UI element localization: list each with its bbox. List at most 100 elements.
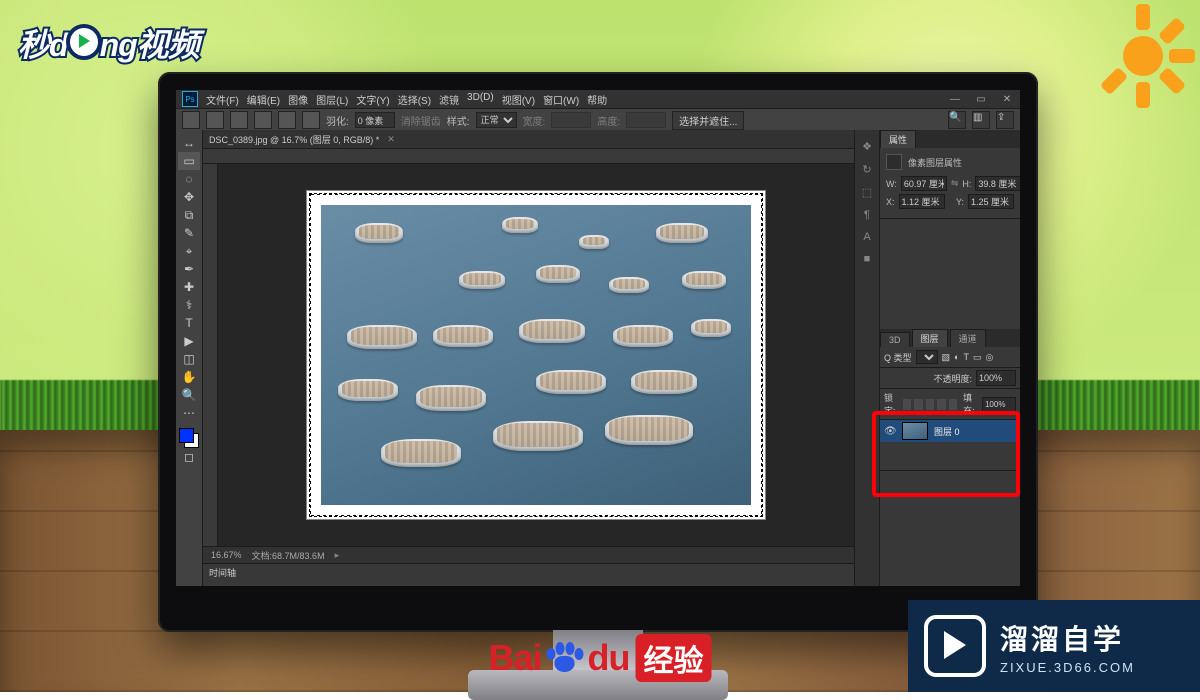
selection-int-icon[interactable] — [302, 111, 320, 129]
layer-row[interactable]: 👁 图层 0 — [880, 420, 1020, 442]
pixel-layer-icon — [886, 154, 902, 170]
baidu-label: 经验 — [636, 634, 712, 682]
more-tools[interactable]: ⋯ — [178, 404, 200, 422]
lasso-tool[interactable]: ◌ — [178, 170, 200, 188]
panels-dock: 属性 像素图层属性 W: ⇋ H: — [879, 130, 1020, 586]
crop-tool[interactable]: ⧉ — [178, 206, 200, 224]
stamp-tool[interactable]: ✚ — [178, 278, 200, 296]
zoom-tool[interactable]: 🔍 — [178, 386, 200, 404]
properties-header: 像素图层属性 — [908, 156, 962, 169]
quickmask-tool[interactable]: ◻ — [178, 448, 200, 466]
menu-bar[interactable]: 文件(F) 编辑(E) 图像 图层(L) 文字(Y) 选择(S) 滤镜 3D(D… — [204, 92, 607, 107]
baidu-text-1: Bai — [488, 637, 541, 679]
lock-pixel-icon[interactable] — [914, 399, 922, 410]
menu-view[interactable]: 视图(V) — [502, 92, 535, 107]
width-field[interactable] — [901, 176, 947, 191]
monitor: Ps 文件(F) 编辑(E) 图像 图层(L) 文字(Y) 选择(S) 滤镜 3… — [158, 72, 1038, 632]
layer-thumbnail[interactable] — [902, 422, 928, 440]
color-swatches[interactable] — [179, 428, 199, 448]
fill-input[interactable] — [982, 397, 1016, 412]
search-icon[interactable]: 🔍 — [948, 111, 966, 129]
filter-pixel-icon[interactable]: ▧ — [942, 352, 951, 363]
close-doc-icon[interactable]: ✕ — [387, 134, 395, 145]
maximize-button[interactable]: ▭ — [968, 94, 994, 105]
canvas[interactable] — [218, 164, 854, 546]
selection-add-icon[interactable] — [254, 111, 272, 129]
panel-icon-6[interactable]: ■ — [864, 253, 871, 265]
path-tool[interactable]: ▶ — [178, 332, 200, 350]
filter-type-icon[interactable]: T — [963, 352, 969, 362]
zixue-title: 溜溜自学 — [1000, 618, 1135, 658]
minimize-button[interactable]: — — [942, 94, 968, 105]
wand-tool[interactable]: ✥ — [178, 188, 200, 206]
brush-tool[interactable]: ✒ — [178, 260, 200, 278]
panel-icon-2[interactable]: ↻ — [862, 163, 871, 176]
selection-new-icon[interactable] — [230, 111, 248, 129]
menu-help[interactable]: 帮助 — [587, 92, 607, 107]
share-icon[interactable]: ⇪ — [996, 111, 1014, 129]
kind-select[interactable] — [916, 350, 938, 364]
move-tool[interactable]: ↔ — [178, 134, 200, 152]
layer-name[interactable]: 图层 0 — [934, 425, 960, 438]
ruler-vertical[interactable] — [203, 164, 218, 546]
menu-image[interactable]: 图像 — [288, 92, 308, 107]
panel-icon-4[interactable]: ¶ — [864, 209, 870, 221]
workspace-icon[interactable]: ▥ — [972, 111, 990, 129]
properties-tab[interactable]: 属性 — [880, 130, 916, 148]
document-tab[interactable]: DSC_0389.jpg @ 16.7% (图层 0, RGB/8) *✕ — [203, 130, 854, 149]
document-image — [321, 205, 751, 505]
style-select[interactable]: 正常 — [476, 112, 517, 128]
marquee-tool[interactable]: ▭ — [178, 152, 200, 170]
foreground-color[interactable] — [179, 428, 194, 443]
hand-tool[interactable]: ✋ — [178, 368, 200, 386]
doc-info[interactable]: 文档:68.7M/83.6M — [252, 549, 325, 562]
selection-sub-icon[interactable] — [278, 111, 296, 129]
filter-shape-icon[interactable]: ▭ — [973, 352, 982, 363]
panel-icon-1[interactable]: ❖ — [862, 140, 872, 153]
panel-icon-3[interactable]: ⬚ — [862, 186, 872, 199]
type-tool[interactable]: T — [178, 314, 200, 332]
y-field[interactable] — [968, 194, 1014, 209]
menu-filter[interactable]: 滤镜 — [439, 92, 459, 107]
menu-type[interactable]: 文字(Y) — [356, 92, 389, 107]
menu-edit[interactable]: 编辑(E) — [247, 92, 280, 107]
height-field[interactable] — [975, 176, 1020, 191]
zixue-url: ZIXUE.3D66.COM — [1000, 660, 1135, 675]
panel-icon-5[interactable]: A — [863, 231, 870, 243]
tool-preset-icon[interactable] — [206, 111, 224, 129]
home-icon[interactable] — [182, 111, 200, 129]
eraser-tool[interactable]: ⚕ — [178, 296, 200, 314]
lock-all-icon[interactable] — [949, 399, 957, 410]
lock-trans-icon[interactable] — [903, 399, 911, 410]
timeline-panel-tab[interactable]: 时间轴 — [203, 563, 854, 586]
sun-decoration — [1095, 8, 1190, 103]
menu-layer[interactable]: 图层(L) — [316, 92, 348, 107]
menu-file[interactable]: 文件(F) — [206, 92, 239, 107]
app-icon: Ps — [182, 91, 198, 107]
lock-pos-icon[interactable] — [926, 399, 934, 410]
close-button[interactable]: ✕ — [994, 94, 1020, 105]
lock-artb-icon[interactable] — [937, 399, 945, 410]
filter-smart-icon[interactable]: ◎ — [985, 352, 993, 363]
tab-layers[interactable]: 图层 — [912, 329, 948, 347]
shape-tool[interactable]: ◫ — [178, 350, 200, 368]
zoom-value[interactable]: 16.67% — [211, 550, 242, 560]
ruler-horizontal[interactable] — [203, 149, 854, 164]
refine-edge-button[interactable]: 选择并遮住... — [672, 111, 744, 130]
tab-channels[interactable]: 通道 — [950, 329, 986, 347]
menu-3d[interactable]: 3D(D) — [467, 92, 494, 107]
opacity-input[interactable] — [976, 370, 1016, 386]
visibility-icon[interactable]: 👁 — [884, 426, 896, 437]
menu-select[interactable]: 选择(S) — [398, 92, 431, 107]
height-label: 高度: — [597, 113, 620, 128]
kind-label: Q 类型 — [884, 351, 912, 364]
heal-tool[interactable]: ⌖ — [178, 242, 200, 260]
feather-input[interactable] — [355, 112, 395, 128]
x-field[interactable] — [899, 194, 945, 209]
tab-3d[interactable]: 3D — [880, 332, 910, 347]
menu-window[interactable]: 窗口(W) — [543, 92, 579, 107]
link-icon[interactable]: ⇋ — [951, 178, 959, 189]
eyedrop-tool[interactable]: ✎ — [178, 224, 200, 242]
filter-adj-icon[interactable]: ◐ — [954, 352, 959, 362]
options-bar: 羽化: 消除锯齿 样式: 正常 宽度: 高度: 选择并遮住... 🔍 ▥ ⇪ — [176, 109, 1020, 132]
